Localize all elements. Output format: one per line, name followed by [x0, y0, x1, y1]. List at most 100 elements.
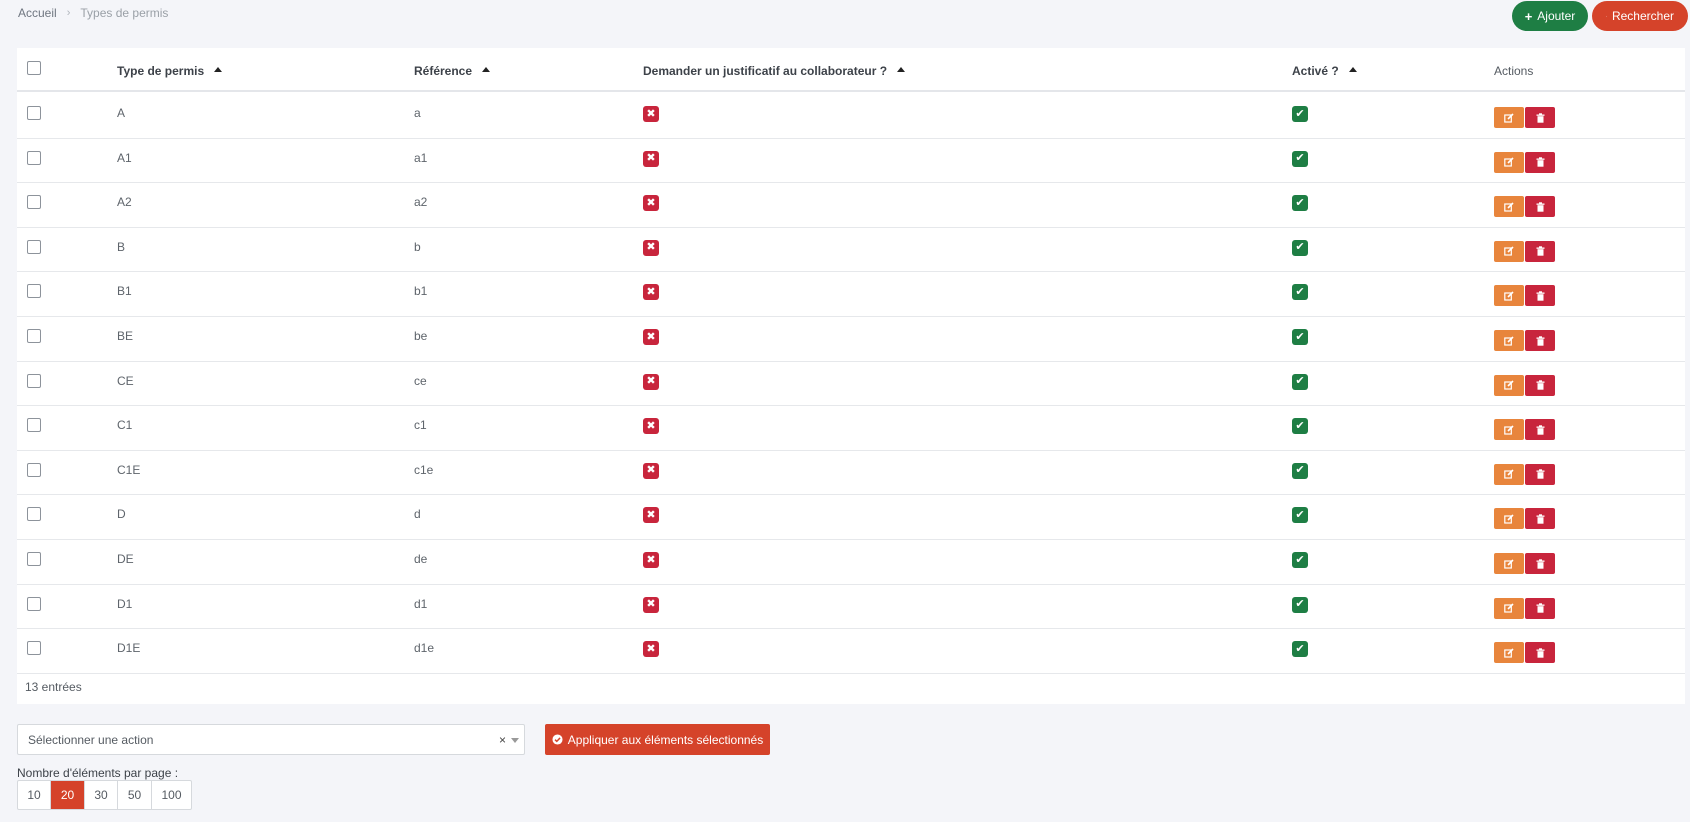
cross-icon: ✖ — [643, 106, 659, 122]
search-button[interactable]: Rechercher — [1592, 1, 1688, 31]
cross-icon: ✖ — [643, 462, 659, 479]
edit-button[interactable] — [1494, 151, 1524, 173]
cell-type: D — [117, 507, 126, 522]
bulk-action-select[interactable]: Sélectionner une action × — [17, 724, 525, 755]
edit-button[interactable] — [1494, 374, 1524, 396]
delete-button[interactable] — [1525, 463, 1555, 485]
edit-button[interactable] — [1494, 196, 1524, 218]
check-icon: ✔ — [1292, 373, 1308, 390]
cross-icon: ✖ — [643, 507, 659, 524]
table-row: Bb ✖ ✔ — [17, 228, 1685, 273]
row-checkbox[interactable] — [27, 641, 41, 656]
cell-reference: b — [414, 239, 421, 254]
edit-button[interactable] — [1494, 240, 1524, 262]
cell-type: A2 — [117, 195, 132, 210]
table-row: A1 a1 ✖ ✔ — [17, 139, 1685, 184]
trash-icon — [1536, 558, 1544, 569]
row-checkbox[interactable] — [27, 507, 41, 522]
row-checkbox[interactable] — [27, 373, 41, 388]
breadcrumb-current: Types de permis — [80, 6, 169, 20]
delete-button[interactable] — [1525, 285, 1555, 307]
delete-button[interactable] — [1525, 107, 1555, 128]
edit-icon — [1504, 469, 1514, 479]
edit-icon — [1504, 291, 1514, 301]
edit-button[interactable] — [1494, 642, 1524, 664]
edit-button[interactable] — [1494, 419, 1524, 441]
column-header-type[interactable]: Type de permis — [117, 64, 223, 78]
row-checkbox[interactable] — [27, 195, 41, 210]
cross-icon: ✖ — [643, 552, 659, 568]
cross-icon: ✖ — [643, 195, 659, 212]
row-checkbox[interactable] — [27, 418, 41, 433]
delete-button[interactable] — [1525, 151, 1555, 173]
sort-arrow-icon — [897, 66, 906, 72]
edit-icon — [1504, 514, 1514, 524]
delete-button[interactable] — [1525, 553, 1555, 574]
edit-button[interactable] — [1494, 285, 1524, 307]
trash-icon — [1536, 201, 1544, 212]
check-icon: ✔ — [1292, 596, 1308, 613]
select-all-checkbox[interactable] — [27, 61, 41, 75]
delete-button[interactable] — [1525, 419, 1555, 441]
check-icon: ✔ — [1292, 150, 1308, 167]
check-circle-icon — [552, 734, 563, 745]
edit-icon — [1504, 157, 1514, 167]
trash-icon — [1536, 603, 1544, 613]
cell-reference: d1 — [414, 596, 428, 611]
row-checkbox[interactable] — [27, 329, 41, 343]
cell-reference: ce — [414, 373, 427, 388]
per-page-option-50[interactable]: 50 — [118, 781, 152, 809]
delete-button[interactable] — [1525, 196, 1555, 218]
row-checkbox[interactable] — [27, 239, 41, 254]
edit-button[interactable] — [1494, 508, 1524, 530]
delete-button[interactable] — [1525, 642, 1555, 664]
row-checkbox[interactable] — [27, 552, 41, 566]
per-page-option-30[interactable]: 30 — [85, 781, 118, 809]
edit-button[interactable] — [1494, 597, 1524, 619]
top-actions: + Ajouter Rechercher — [1512, 1, 1688, 31]
clear-icon[interactable]: × — [499, 733, 506, 747]
trash-icon — [1536, 424, 1544, 435]
delete-button[interactable] — [1525, 240, 1555, 262]
edit-button[interactable] — [1494, 463, 1524, 485]
row-checkbox[interactable] — [27, 596, 41, 611]
breadcrumb-home[interactable]: Accueil — [18, 6, 57, 20]
trash-icon — [1536, 246, 1544, 256]
cell-type: DE — [117, 552, 134, 566]
row-checkbox[interactable] — [27, 284, 41, 299]
edit-icon — [1504, 246, 1514, 256]
delete-button[interactable] — [1525, 330, 1555, 351]
cell-type: BE — [117, 329, 134, 343]
cross-icon: ✖ — [643, 284, 659, 301]
cross-icon: ✖ — [643, 418, 659, 435]
table-row: Dd ✖ ✔ — [17, 495, 1685, 540]
cross-icon: ✖ — [643, 239, 659, 256]
per-page-option-10[interactable]: 10 — [18, 781, 51, 809]
per-page-option-20[interactable]: 20 — [51, 781, 85, 809]
row-checkbox[interactable] — [27, 150, 41, 165]
edit-button[interactable] — [1494, 330, 1524, 351]
apply-selected-button[interactable]: Appliquer aux éléments sélectionnés — [545, 724, 770, 755]
delete-button[interactable] — [1525, 508, 1555, 530]
row-checkbox[interactable] — [27, 106, 41, 120]
edit-button[interactable] — [1494, 553, 1524, 574]
cell-type: A1 — [117, 150, 132, 165]
per-page-option-100[interactable]: 100 — [152, 781, 191, 809]
column-header-justificatif[interactable]: Demander un justificatif au collaborateu… — [643, 64, 906, 78]
bulk-action-placeholder: Sélectionner une action — [28, 732, 154, 747]
chevron-down-icon[interactable] — [511, 738, 519, 743]
check-icon: ✔ — [1292, 418, 1308, 435]
add-button-label: Ajouter — [1537, 9, 1576, 23]
column-header-active[interactable]: Activé ? — [1292, 64, 1357, 78]
edit-button[interactable] — [1494, 107, 1524, 128]
row-checkbox[interactable] — [27, 462, 41, 477]
trash-icon — [1536, 514, 1544, 524]
column-header-reference[interactable]: Référence — [414, 64, 491, 78]
delete-button[interactable] — [1525, 374, 1555, 396]
delete-button[interactable] — [1525, 597, 1555, 619]
add-button[interactable]: + Ajouter — [1512, 1, 1588, 31]
check-icon: ✔ — [1292, 195, 1308, 212]
cell-reference: c1e — [414, 462, 434, 477]
check-icon: ✔ — [1292, 641, 1308, 658]
check-icon: ✔ — [1292, 239, 1308, 256]
